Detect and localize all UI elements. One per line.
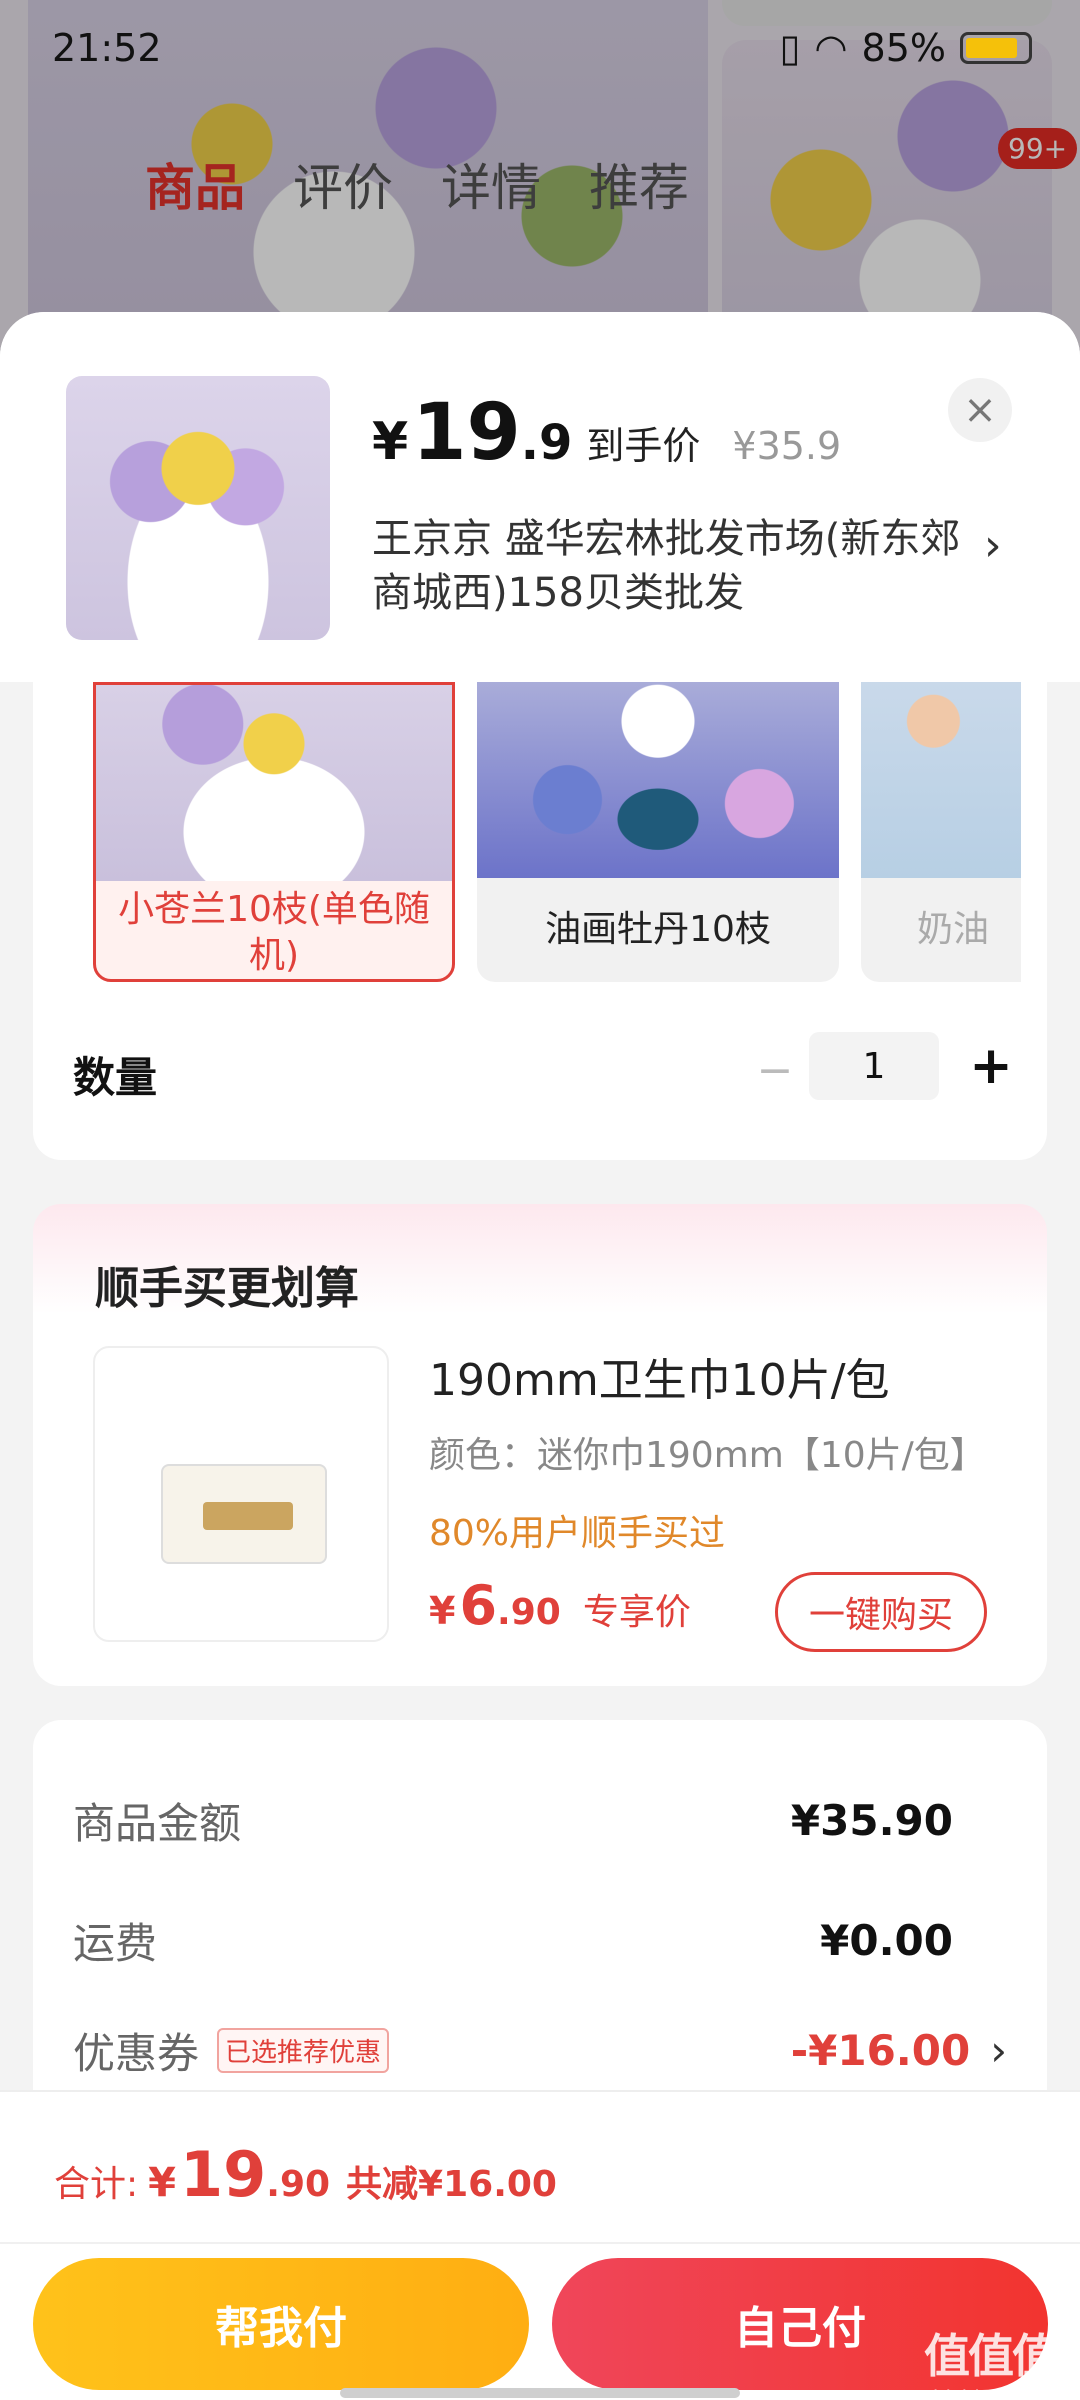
total-savings: 共减¥16.00	[346, 2164, 557, 2205]
upsell-product-name[interactable]: 190mm卫生巾10片/包	[429, 1344, 890, 1408]
upsell-social-proof: 80%用户顺手买过	[429, 1513, 726, 1554]
upsell-price-symbol: ¥	[429, 1589, 456, 1633]
option-label: 油画牡丹10枝	[545, 909, 771, 950]
home-indicator[interactable]	[340, 2388, 740, 2398]
sanitary-pad-package	[161, 1464, 327, 1564]
battery-percent: 85%	[861, 26, 946, 70]
price-decimal: .9	[520, 415, 573, 471]
seller-name[interactable]: 王京京 盛华宏林批发市场(新东郊商城西)158贝类批发	[372, 512, 972, 620]
bottom-bar: 合计: ¥ 19 .90 共减¥16.00 帮我付 自己付	[0, 2090, 1080, 2400]
coupon-label-group: 优惠券 已选推荐优惠	[73, 2020, 390, 2081]
total-decimal: .90	[266, 2164, 331, 2205]
option-freesia[interactable]: 小苍兰10枝(单色随机)	[93, 682, 455, 982]
coupon-value: -¥16.00	[790, 2026, 971, 2075]
shipping-value: ¥0.00	[820, 1916, 953, 1965]
option-cream[interactable]: 奶油	[861, 682, 1021, 982]
option-label: 奶油	[917, 909, 990, 950]
minus-icon[interactable]: −	[745, 1040, 805, 1100]
sim-icon: ▯	[779, 26, 801, 70]
option-image	[477, 682, 839, 878]
status-time: 21:52	[52, 26, 162, 70]
original-price: ¥35.9	[732, 424, 842, 468]
coupon-value-group: -¥16.00 ›	[791, 2026, 1007, 2075]
quantity-stepper[interactable]: 1	[809, 1032, 939, 1100]
divider	[0, 2242, 1080, 2244]
watermark-main: 值值值	[924, 2329, 1058, 2383]
battery-fill	[966, 38, 1017, 58]
coupon-label: 优惠券	[73, 2029, 200, 2078]
coupon-row[interactable]: 优惠券 已选推荐优惠 -¥16.00 ›	[73, 2020, 1007, 2081]
status-bar: 21:52 ▯ ◠ 85%	[0, 0, 1080, 96]
battery-icon	[960, 32, 1032, 64]
status-right: ▯ ◠ 85%	[779, 26, 1032, 70]
upsell-price-tag: 专享价	[582, 1592, 691, 1633]
help-me-pay-button[interactable]: 帮我付	[33, 2258, 529, 2390]
price-integer: 19	[412, 388, 521, 478]
close-icon: ×	[963, 387, 997, 433]
upsell-price-decimal: .90	[497, 1592, 561, 1633]
upsell-product-image[interactable]	[93, 1346, 389, 1642]
shipping-label: 运费	[73, 1919, 158, 1968]
one-click-buy-button[interactable]: 一键购买	[775, 1572, 987, 1652]
sheet-header: ¥ 19 .9 到手价 ¥35.9 × 王京京 盛华宏林批发市场(新东郊商城西)…	[0, 312, 1080, 682]
plus-icon[interactable]: +	[961, 1036, 1021, 1096]
chevron-right-icon[interactable]: ›	[984, 520, 1002, 571]
wifi-icon: ◠	[814, 26, 848, 70]
product-thumbnail[interactable]	[66, 376, 330, 640]
order-total: 合计: ¥ 19 .90 共减¥16.00	[54, 2138, 557, 2211]
shipping-row: 运费 ¥0.00	[73, 1910, 1007, 1971]
option-image	[96, 685, 452, 881]
purchase-sheet: ¥ 19 .9 到手价 ¥35.9 × 王京京 盛华宏林批发市场(新东郊商城西)…	[0, 312, 1080, 2400]
options-card: 小苍兰10枝(单色随机) 油画牡丹10枝 奶油 数量 − 1 +	[33, 682, 1047, 1160]
close-button[interactable]: ×	[948, 378, 1012, 442]
quantity-label: 数量	[73, 1053, 158, 1102]
chevron-right-icon[interactable]: ›	[990, 2026, 1007, 2075]
total-label: 合计:	[54, 2164, 139, 2205]
total-symbol: ¥	[148, 2160, 176, 2206]
price-tag: 到手价	[586, 424, 701, 468]
upsell-price-integer: 6	[459, 1574, 498, 1637]
option-peony[interactable]: 油画牡丹10枝	[477, 682, 839, 982]
watermark-logo: 值值值 zhizhizhi.com	[920, 2320, 1060, 2400]
option-list[interactable]: 小苍兰10枝(单色随机) 油画牡丹10枝 奶油	[93, 682, 1021, 982]
watermark-sub: zhizhizhi.com	[922, 2386, 1058, 2400]
goods-amount-value: ¥35.90	[790, 1796, 953, 1845]
price-row: ¥ 19 .9 到手价 ¥35.9	[372, 388, 841, 478]
goods-amount-row: 商品金额 ¥35.90	[73, 1790, 1007, 1851]
upsell-card: 顺手买更划算 190mm卫生巾10片/包 颜色：迷你巾190mm【10片/包】 …	[33, 1204, 1047, 1686]
coupon-badge: 已选推荐优惠	[217, 2028, 390, 2073]
goods-amount-label: 商品金额	[73, 1799, 242, 1848]
upsell-product-spec: 颜色：迷你巾190mm【10片/包】	[429, 1435, 986, 1476]
price-symbol: ¥	[372, 412, 409, 472]
option-label: 小苍兰10枝(单色随机)	[118, 889, 430, 976]
option-image	[861, 682, 1021, 878]
upsell-price: ¥ 6 .90 专享价	[429, 1574, 691, 1637]
upsell-title: 顺手买更划算	[95, 1263, 359, 1314]
total-integer: 19	[179, 2138, 267, 2211]
package-label	[203, 1502, 293, 1530]
